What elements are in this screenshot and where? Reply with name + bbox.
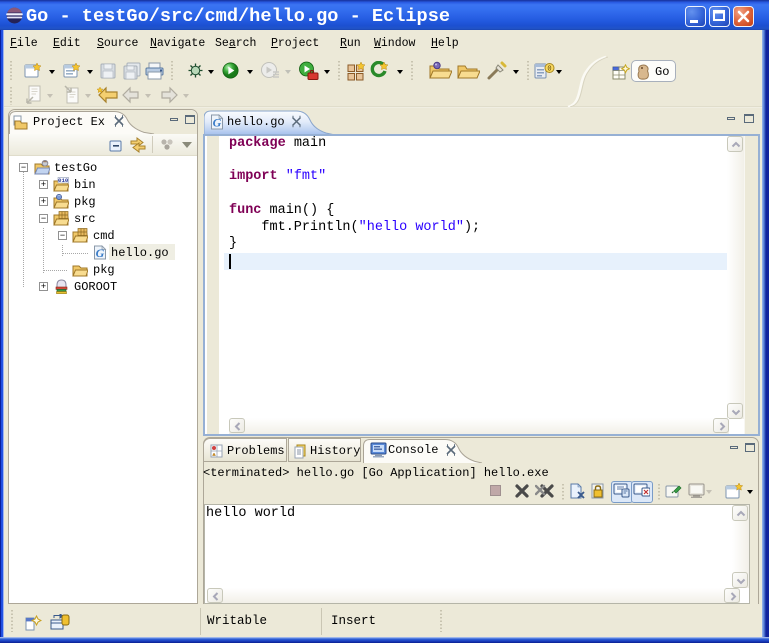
svg-text:010: 010 bbox=[58, 177, 69, 184]
svg-text:0: 0 bbox=[547, 66, 551, 74]
svg-text:G: G bbox=[96, 246, 105, 260]
svg-text:G: G bbox=[213, 116, 222, 130]
